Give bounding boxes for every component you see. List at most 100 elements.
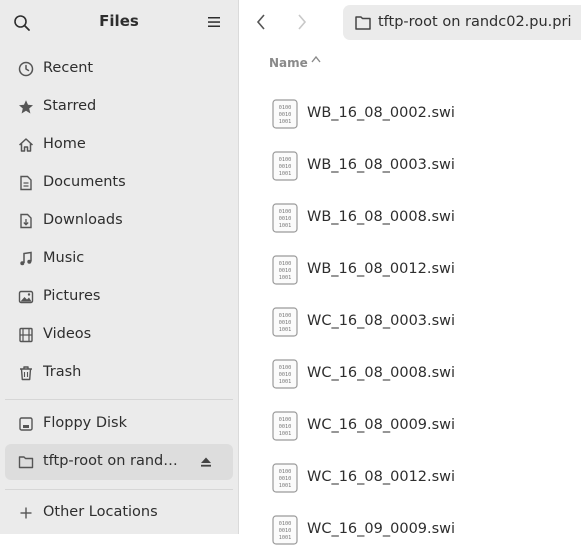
sidebar-item-label: Downloads [43,212,123,228]
file-name: WC_16_09_0009.swi [307,521,456,537]
svg-text:1001: 1001 [279,119,292,125]
svg-text:0010: 0010 [279,424,292,430]
svg-text:0100: 0100 [279,105,292,111]
sidebar-item-pictures[interactable]: Pictures [5,279,233,315]
svg-text:0010: 0010 [279,476,292,482]
network-share-icon [18,456,34,469]
svg-text:0100: 0100 [279,261,292,267]
file-name: WB_16_08_0002.swi [307,105,455,121]
menu-icon[interactable] [207,16,221,28]
picture-icon [18,290,34,304]
binary-file-icon: 0100 0010 1001 [272,411,298,441]
binary-file-icon: 0100 0010 1001 [272,515,298,545]
sidebar-item-downloads[interactable]: Downloads [5,203,233,239]
file-name: WB_16_08_0012.swi [307,261,455,277]
binary-file-icon: 0100 0010 1001 [272,463,298,493]
svg-text:1001: 1001 [279,171,292,177]
sidebar-item-label: Documents [43,174,126,190]
svg-text:0100: 0100 [279,157,292,163]
sidebar-item-music[interactable]: Music [5,241,233,277]
file-row[interactable]: 0100 0010 1001 WB_16_08_0012.swi [239,244,581,296]
sidebar-item-tftp-root[interactable]: tftp-root on randc02.pu.pri [5,444,233,480]
film-icon [19,327,33,343]
svg-text:0100: 0100 [279,209,292,215]
sidebar-item-label: Pictures [43,288,101,304]
sidebar-item-label: Trash [43,364,82,380]
binary-file-icon: 0100 0010 1001 [272,151,298,181]
file-row[interactable]: 0100 0010 1001 WB_16_08_0003.swi [239,140,581,192]
file-name: WC_16_08_0009.swi [307,417,456,433]
trash-icon [20,366,32,381]
name-column-header[interactable]: Name [269,52,321,70]
file-row[interactable]: 0100 0010 1001 WC_16_08_0008.swi [239,348,581,400]
sidebar-item-label: Home [43,136,86,152]
file-name: WC_16_08_0008.swi [307,365,456,381]
eject-icon[interactable] [200,456,212,468]
svg-text:0010: 0010 [279,372,292,378]
svg-text:1001: 1001 [279,431,292,437]
file-name: WB_16_08_0008.swi [307,209,455,225]
sidebar-item-videos[interactable]: Videos [5,317,233,353]
svg-text:1001: 1001 [279,275,292,281]
file-row[interactable]: 0100 0010 1001 WB_16_08_0008.swi [239,192,581,244]
sidebar-item-other-locations[interactable]: Other Locations [5,495,233,531]
sidebar-item-label: Music [43,250,85,266]
star-icon [19,100,33,114]
sidebar-item-floppy-disk[interactable]: Floppy Disk [5,406,233,442]
sidebar-item-trash[interactable]: Trash [5,355,233,391]
svg-text:0100: 0100 [279,417,292,423]
binary-file-icon: 0100 0010 1001 [272,307,298,337]
main-content: tftp-root on randc02.pu.pri Name 0100 00… [239,0,581,545]
sidebar-item-label: Floppy Disk [43,415,127,431]
file-row[interactable]: 0100 0010 1001 WC_16_08_0003.swi [239,296,581,348]
back-button[interactable] [253,12,269,32]
sidebar-header: Files [0,0,238,46]
file-row[interactable]: 0100 0010 1001 WB_16_08_0002.swi [239,88,581,140]
folder-icon [355,16,371,30]
svg-text:0010: 0010 [279,320,292,326]
sidebar: Files Recent Starred Home Documents Down… [0,0,239,534]
sidebar-item-label: Recent [43,60,94,76]
sidebar-item-label: Starred [43,98,97,114]
music-icon [20,251,32,266]
svg-text:0100: 0100 [279,313,292,319]
document-icon [20,175,32,191]
home-icon [18,138,34,152]
svg-text:0010: 0010 [279,268,292,274]
file-row[interactable]: 0100 0010 1001 WC_16_09_0009.swi [239,504,581,556]
svg-text:0010: 0010 [279,216,292,222]
column-header-label: Name [269,56,308,70]
sidebar-item-label: Other Locations [43,504,158,520]
file-name: WB_16_08_0003.swi [307,157,455,173]
svg-text:1001: 1001 [279,223,292,229]
svg-text:1001: 1001 [279,483,292,489]
path-bar[interactable]: tftp-root on randc02.pu.pri [343,5,581,40]
sidebar-item-recent[interactable]: Recent [5,51,233,87]
binary-file-icon: 0100 0010 1001 [272,203,298,233]
plus-icon [20,507,32,519]
svg-text:1001: 1001 [279,535,292,541]
app-title: Files [99,12,139,30]
clock-icon [18,61,34,77]
download-icon [20,213,32,229]
sidebar-divider [5,489,233,490]
file-row[interactable]: 0100 0010 1001 WC_16_08_0012.swi [239,452,581,504]
file-name: WC_16_08_0003.swi [307,313,456,329]
svg-text:0010: 0010 [279,112,292,118]
file-name: WC_16_08_0012.swi [307,469,456,485]
disk-icon [19,417,33,431]
file-row[interactable]: 0100 0010 1001 WC_16_08_0009.swi [239,400,581,452]
sidebar-item-home[interactable]: Home [5,127,233,163]
sidebar-item-starred[interactable]: Starred [5,89,233,125]
sidebar-divider [5,399,233,400]
svg-text:0010: 0010 [279,164,292,170]
binary-file-icon: 0100 0010 1001 [272,359,298,389]
binary-file-icon: 0100 0010 1001 [272,255,298,285]
sidebar-item-documents[interactable]: Documents [5,165,233,201]
path-bar-label: tftp-root on randc02.pu.pri [378,14,572,30]
forward-button[interactable] [294,12,310,32]
svg-text:1001: 1001 [279,379,292,385]
svg-text:0100: 0100 [279,365,292,371]
svg-text:0010: 0010 [279,528,292,534]
sidebar-item-label: Videos [43,326,92,342]
